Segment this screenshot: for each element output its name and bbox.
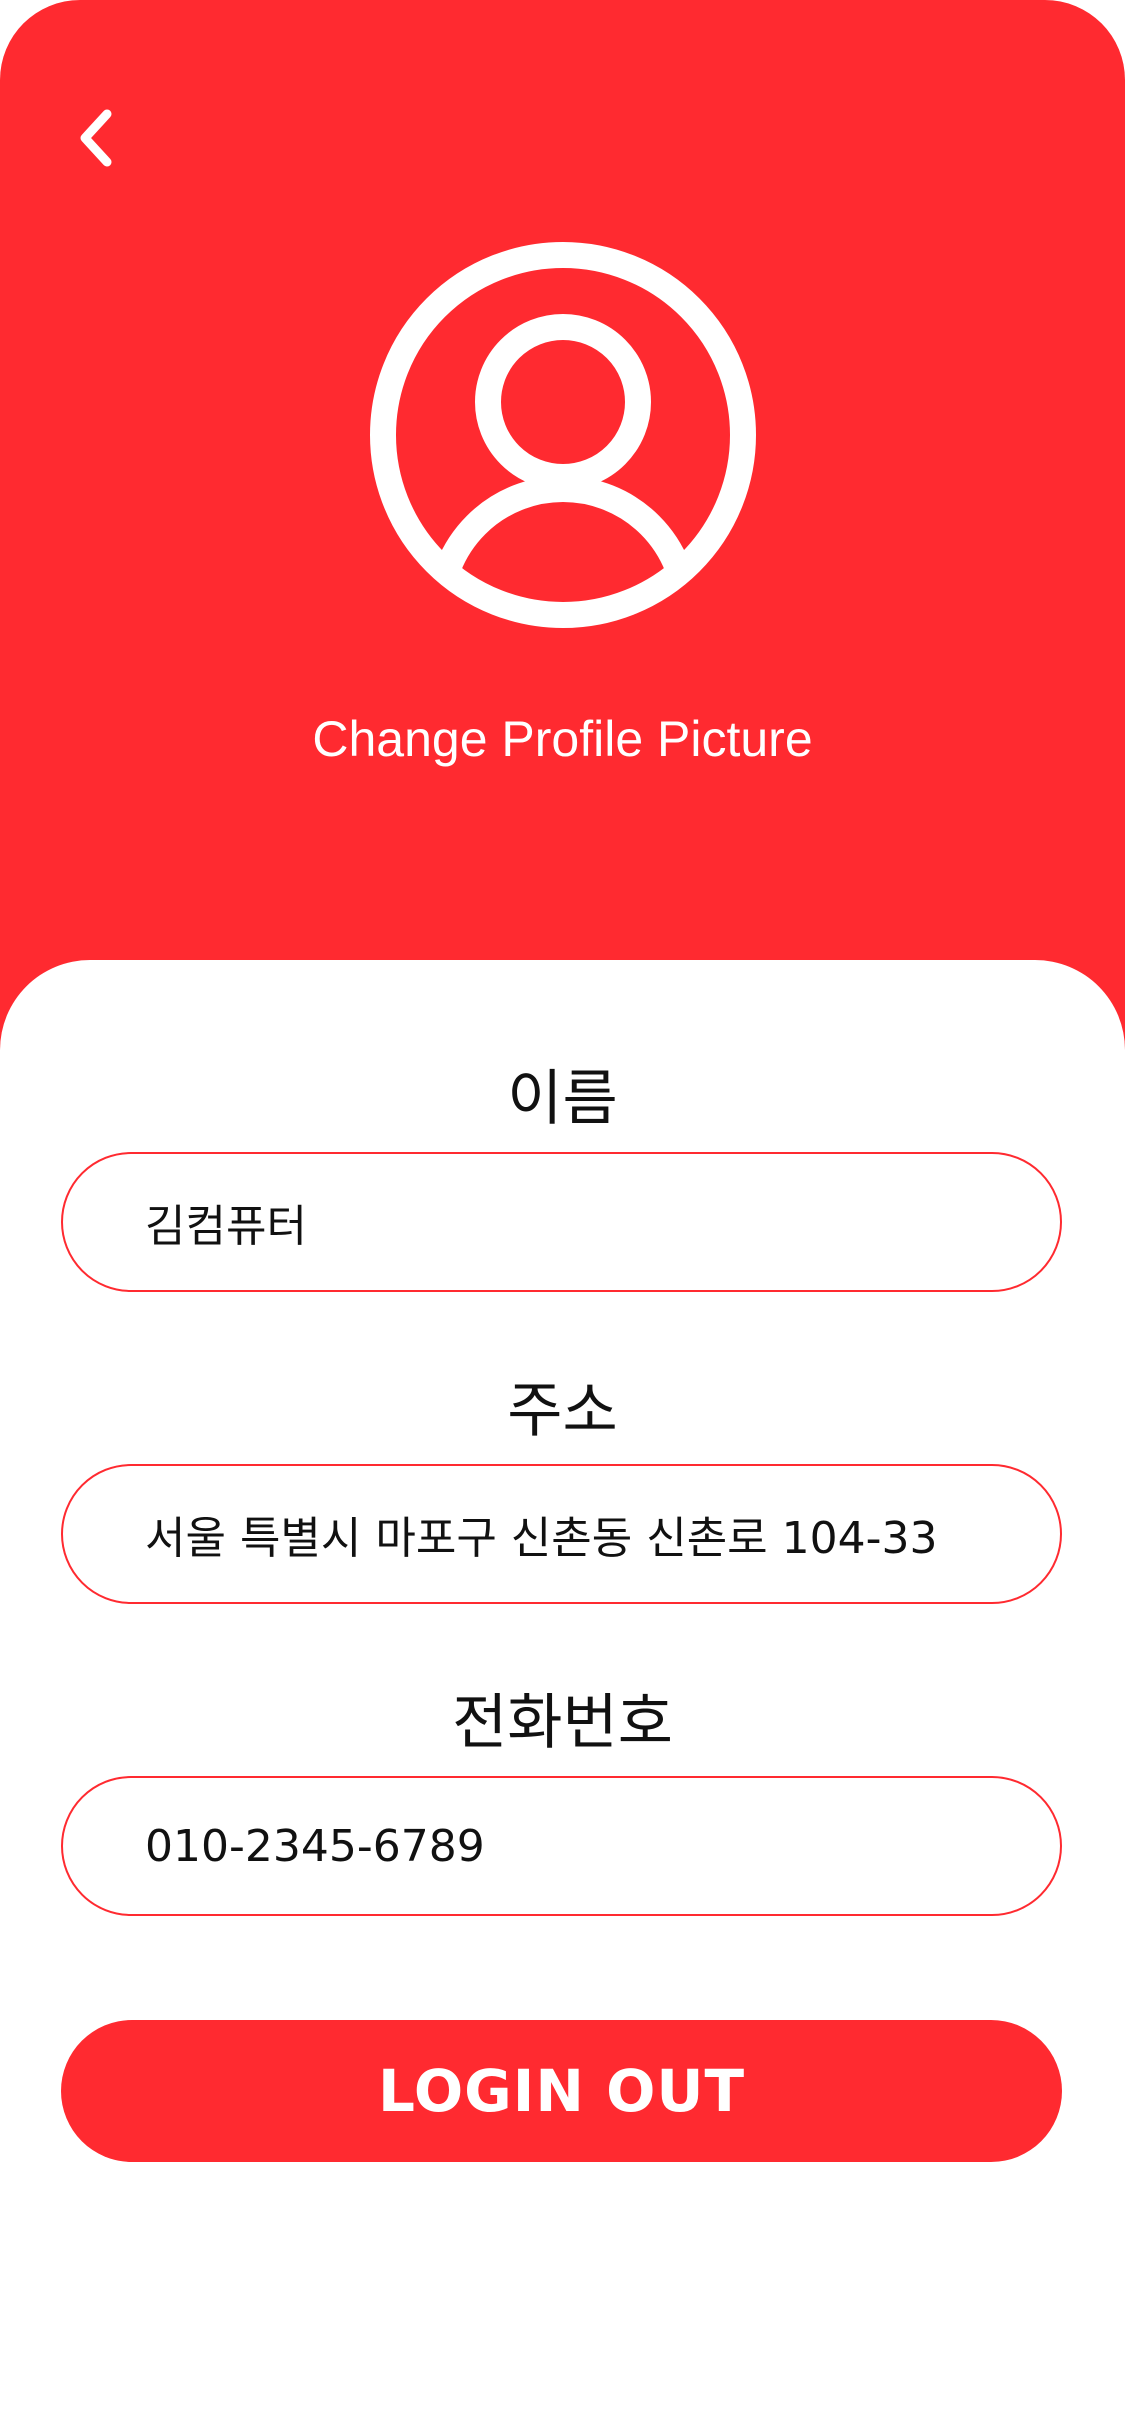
name-input[interactable]: [63, 1154, 1060, 1290]
profile-screen: Change Profile Picture 이름 주소 전화번호 LOGIN …: [0, 0, 1125, 2436]
user-circle-icon: [370, 242, 756, 632]
change-profile-picture-link[interactable]: Change Profile Picture: [0, 710, 1125, 768]
name-field[interactable]: [61, 1152, 1062, 1292]
profile-header: Change Profile Picture: [0, 0, 1125, 1060]
address-field[interactable]: [61, 1464, 1062, 1604]
chevron-left-icon: [77, 108, 117, 172]
back-button[interactable]: [62, 100, 132, 180]
address-label: 주소: [507, 1376, 618, 1446]
phone-field[interactable]: [61, 1776, 1062, 1916]
address-input[interactable]: [63, 1466, 1060, 1602]
logout-button[interactable]: LOGIN OUT: [61, 2020, 1062, 2162]
avatar[interactable]: [370, 242, 756, 628]
phone-input[interactable]: [63, 1778, 1060, 1914]
profile-form-card: 이름 주소 전화번호: [0, 960, 1125, 2436]
phone-label: 전화번호: [452, 1688, 673, 1758]
name-label: 이름: [507, 1064, 618, 1134]
